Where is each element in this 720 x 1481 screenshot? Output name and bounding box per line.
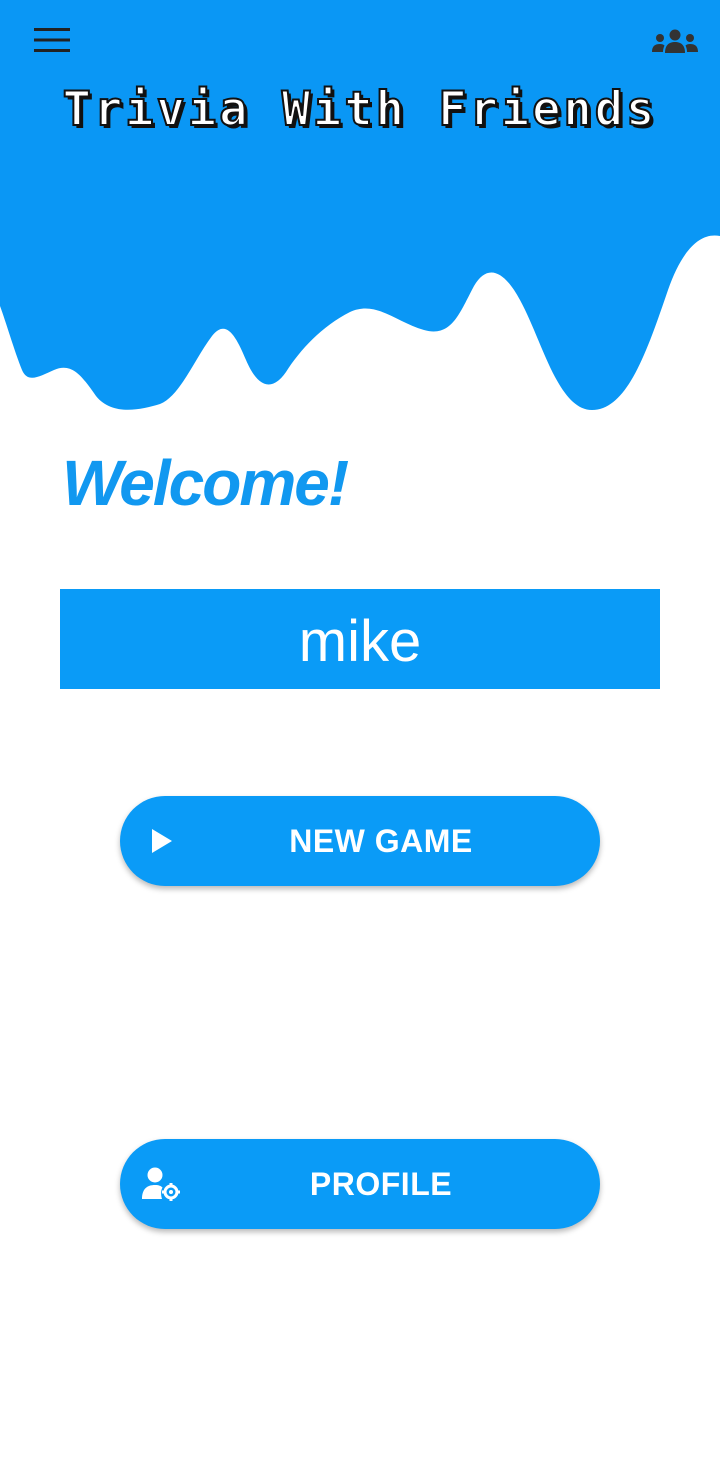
friends-button[interactable]: [646, 22, 704, 62]
profile-button[interactable]: PROFILE: [120, 1139, 600, 1229]
friends-group-icon: [652, 29, 698, 53]
menu-button[interactable]: [28, 20, 76, 60]
user-settings-icon: [142, 1166, 182, 1202]
header-drip-background: [0, 0, 720, 410]
new-game-button[interactable]: NEW GAME: [120, 796, 600, 886]
username-banner: mike: [60, 589, 660, 689]
welcome-heading: Welcome!: [62, 447, 349, 519]
hamburger-menu-icon: [34, 28, 70, 52]
new-game-label: NEW GAME: [289, 823, 473, 859]
app-title: Trivia With Friends: [62, 81, 658, 138]
username-text: mike: [298, 609, 422, 674]
play-icon: [142, 823, 182, 859]
profile-label: PROFILE: [309, 1166, 453, 1202]
